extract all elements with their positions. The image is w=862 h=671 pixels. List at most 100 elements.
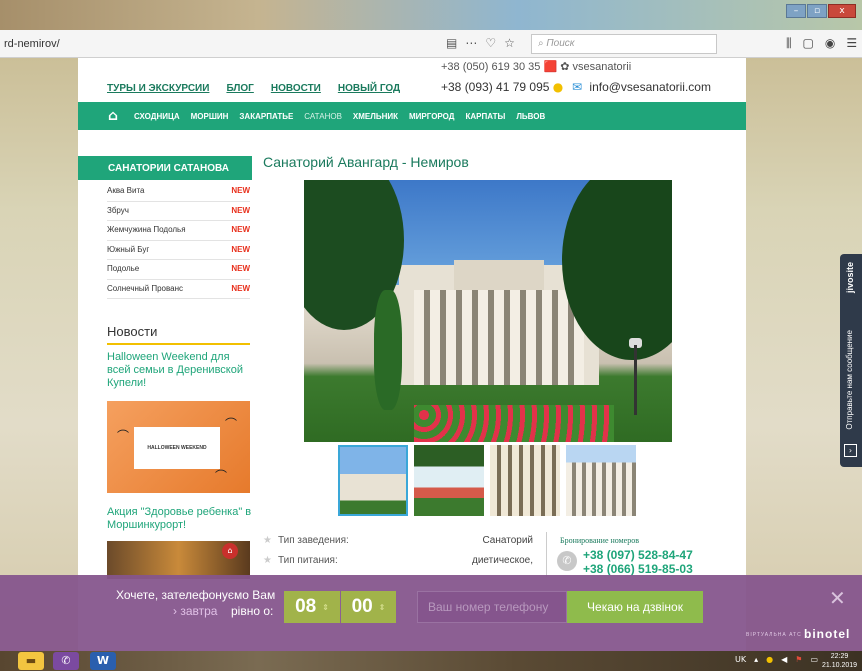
binotel-tagline: ВІРТУАЛЬНА АТС <box>746 632 802 638</box>
booking-phone-1[interactable]: +38 (097) 528-84-47 <box>583 548 693 562</box>
callback-phone-input[interactable]: Ваш номер телефону <box>417 591 567 623</box>
sanatorium-list-item[interactable]: Подолье NEW <box>107 260 250 280</box>
jivosite-logo: jivosite <box>845 262 855 294</box>
mail-icon: ✉ <box>572 80 583 94</box>
search-placeholder: Поиск <box>546 38 575 49</box>
item-label: Подолье <box>107 264 140 273</box>
region-nav-item[interactable]: ЗАКАРПАТЬЕ <box>239 112 293 121</box>
region-nav-item[interactable]: СХОДНИЦА <box>134 112 180 121</box>
flowerbed-shape <box>414 405 614 442</box>
volume-icon[interactable]: ◀ <box>781 655 787 664</box>
main-photo[interactable] <box>304 180 672 442</box>
region-nav: ⌂ СХОДНИЦА МОРШИН ЗАКАРПАТЬЕ САТАНОВ ХМЕ… <box>78 102 746 130</box>
news-divider <box>107 343 250 345</box>
stepper-arrows-icon: ⇕ <box>322 602 329 612</box>
page-title: Санаторий Авангард - Немиров <box>263 154 469 170</box>
nav-news[interactable]: НОВОСТИ <box>271 83 321 94</box>
sidebar-icon[interactable]: ▢ <box>803 36 814 51</box>
browser-search-input[interactable]: ⌕ Поиск <box>531 34 717 54</box>
menu-icon[interactable]: ☰ <box>846 36 857 51</box>
region-nav-item[interactable]: МИРГОРОД <box>409 112 454 121</box>
word-icon[interactable]: W <box>90 652 116 670</box>
resort-logo-icon: ⌂ <box>222 543 238 559</box>
sanatorium-list-item[interactable]: Южный Буг NEW <box>107 241 250 260</box>
sanatorium-list-item[interactable]: Жемчужина Подолья NEW <box>107 221 250 241</box>
region-nav-item[interactable]: МОРШИН <box>191 112 229 121</box>
new-badge: NEW <box>231 264 250 273</box>
header-email-text: info@vsesanatorii.com <box>589 80 711 94</box>
sanatorium-list-item[interactable]: Солнечный Прованс NEW <box>107 280 250 299</box>
cypress-shape <box>374 290 402 410</box>
region-nav-item-active[interactable]: САТАНОВ <box>304 112 342 121</box>
new-badge: NEW <box>231 186 250 195</box>
stepper-arrows-icon: ⇕ <box>378 602 386 612</box>
news-link-child-health[interactable]: Акция "Здоровье ребенка" в Моршинкурорт! <box>107 506 252 532</box>
pocket-icon[interactable]: ♡ <box>485 36 496 50</box>
callback-submit-button[interactable]: Чекаю на дзвінок <box>567 591 703 623</box>
new-badge: NEW <box>231 283 250 293</box>
system-clock[interactable]: 22:29 21.10.2019 <box>822 652 857 670</box>
halloween-card: HALLOWEEN WEEKEND <box>134 427 220 469</box>
item-label: Солнечный Прованс <box>107 283 184 293</box>
file-explorer-icon[interactable]: ▬ <box>18 652 44 670</box>
thumbnail[interactable] <box>414 445 484 516</box>
viber-icon[interactable]: ✆ <box>53 652 79 670</box>
page-action-icons: ▤ ⋯ ♡ ☆ <box>446 36 515 50</box>
booking-phone-2[interactable]: +38 (066) 519-85-03 <box>583 562 693 576</box>
binotel-logo: binotel <box>804 627 851 641</box>
header-phone[interactable]: +38 (093) 41 79 095 ● <box>441 80 563 94</box>
hour-selector[interactable]: 08 ⇕ <box>284 591 340 623</box>
reader-view-icon[interactable]: ▤ <box>446 36 457 50</box>
info-row: Тип питания: диетическое, <box>263 555 533 575</box>
news-link-halloween[interactable]: Halloween Weekend для всей семьи в Дерен… <box>107 351 252 390</box>
close-icon[interactable]: ✕ <box>829 586 846 610</box>
sanatorium-list-item[interactable]: Збруч NEW <box>107 202 250 221</box>
minimize-button[interactable]: – <box>786 4 806 18</box>
account-icon[interactable]: ◉ <box>825 36 835 51</box>
network-icon[interactable]: ⚑ <box>795 655 802 664</box>
browser-tool-icons: ⫼ ▢ ◉ ☰ <box>786 36 857 51</box>
callback-day-selector[interactable]: › завтра <box>173 604 217 618</box>
item-label: Збруч <box>107 205 129 215</box>
thumbnail-selected[interactable] <box>338 445 408 516</box>
region-nav-item[interactable]: ЛЬВОВ <box>516 112 545 121</box>
maximize-button[interactable]: ▫ <box>807 4 827 18</box>
header-email[interactable]: ✉ info@vsesanatorii.com <box>572 80 711 94</box>
tray-app-icon[interactable]: ● <box>766 655 773 664</box>
region-nav-item[interactable]: ХМЕЛЬНИК <box>353 112 398 121</box>
browser-toolbar: rd-nemirov/ ▤ ⋯ ♡ ☆ ⌕ Поиск ⫼ ▢ ◉ ☰ <box>0 30 862 58</box>
nav-tours[interactable]: ТУРЫ И ЭКСКУРСИИ <box>107 83 209 94</box>
nav-blog[interactable]: БЛОГ <box>226 83 253 94</box>
minute-selector[interactable]: 00 ⇕ <box>341 591 396 623</box>
nav-new-year[interactable]: НОВЫЙ ГОД <box>338 83 400 94</box>
news-heading: Новости <box>107 324 158 339</box>
thumbnail[interactable] <box>566 445 636 516</box>
language-indicator[interactable]: UK <box>735 655 746 664</box>
info-value: Санаторий <box>482 535 533 546</box>
booking-label: Бронирование номеров <box>560 536 640 545</box>
thumbnail[interactable] <box>490 445 560 516</box>
phone-icon: ✆ <box>557 551 577 571</box>
system-tray: UK ▴ ● ◀ ⚑ ▭ <box>735 655 818 664</box>
window-titlebar: – ▫ x <box>0 0 862 30</box>
item-label: Южный Буг <box>107 244 150 254</box>
home-icon[interactable]: ⌂ <box>108 108 118 124</box>
info-label: Тип заведения: <box>263 535 349 555</box>
sanatorium-list-item[interactable]: Аква Вита NEW <box>107 182 250 202</box>
sidebar-heading: САНАТОРИИ САТАНОВА <box>78 156 252 180</box>
bat-icon: ⌒ <box>225 417 238 431</box>
display-icon[interactable]: ▭ <box>810 655 818 664</box>
chat-widget-tab[interactable]: jivosite Отправьте нам сообщение › <box>840 254 862 467</box>
close-window-button[interactable]: x <box>828 4 856 18</box>
minute-value: 00 <box>351 596 373 617</box>
child-health-news-image[interactable]: ⌂ <box>107 541 250 579</box>
region-nav-item[interactable]: КАРПАТЫ <box>465 112 505 121</box>
callback-bar: Хочете, зателефонуємо Вам › завтра рівно… <box>0 575 862 651</box>
facility-info: Тип заведения: Санаторий Тип питания: ди… <box>263 535 533 575</box>
address-bar[interactable]: rd-nemirov/ <box>4 38 60 50</box>
halloween-news-image[interactable]: ⌒ ⌒ ⌒ HALLOWEEN WEEKEND <box>107 401 250 493</box>
tray-expand-icon[interactable]: ▴ <box>754 655 758 664</box>
bookmark-star-icon[interactable]: ☆ <box>504 36 515 50</box>
more-actions-icon[interactable]: ⋯ <box>465 36 477 50</box>
library-icon[interactable]: ⫼ <box>786 36 792 51</box>
